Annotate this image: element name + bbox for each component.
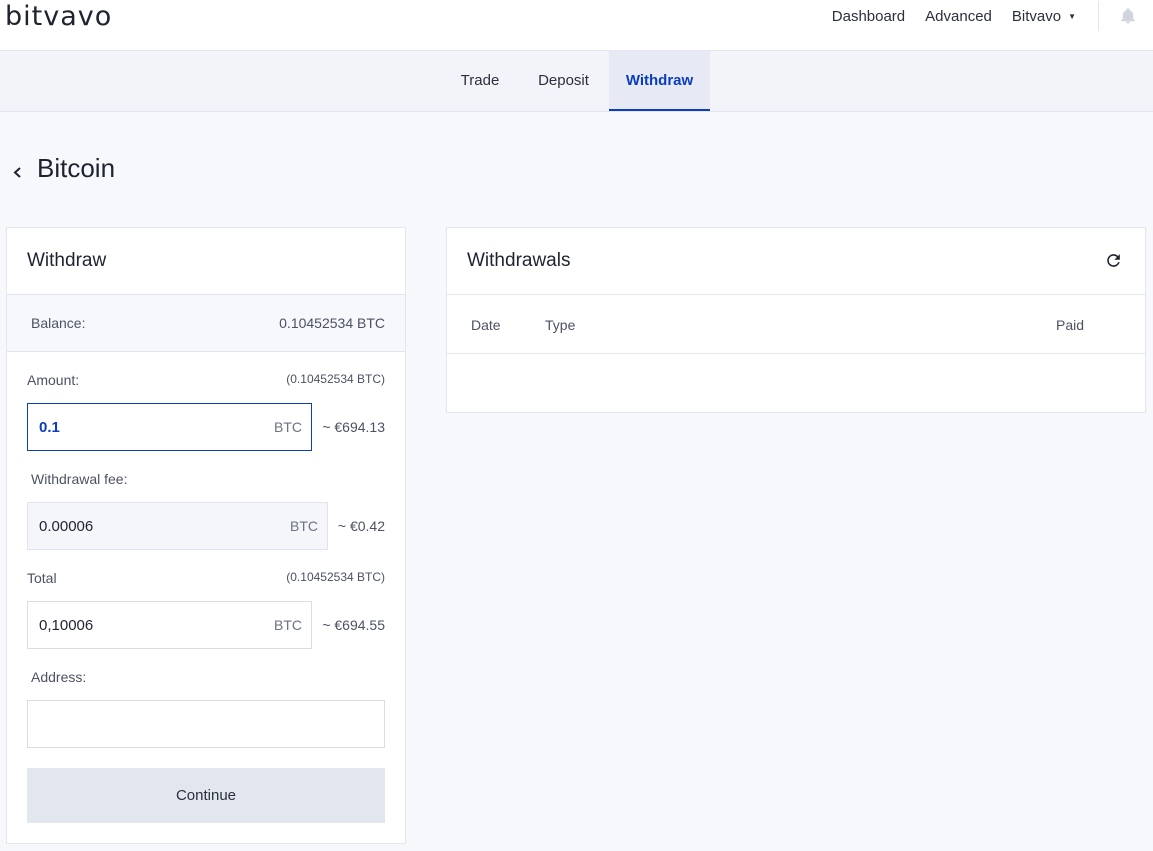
column-header-date[interactable]: Date (471, 317, 501, 333)
top-navigation: Dashboard Advanced Bitvavo ▼ (832, 0, 1153, 32)
amount-input-value: 0.1 (39, 419, 60, 436)
total-unit: BTC (274, 617, 302, 633)
nav-advanced-link[interactable]: Advanced (925, 8, 992, 25)
caret-down-icon: ▼ (1068, 11, 1076, 21)
withdraw-card-title: Withdraw (27, 250, 107, 271)
table-header-divider (447, 353, 1145, 354)
account-menu-label: Bitvavo (1011, 7, 1062, 25)
amount-input[interactable]: 0.1 BTC (27, 403, 312, 451)
total-input[interactable]: 0,10006 BTC (27, 601, 312, 649)
balance-value: 0.10452534 BTC (279, 315, 385, 331)
sub-navigation: Trade Deposit Withdraw (0, 51, 1153, 112)
fee-field: 0.00006 BTC (27, 502, 328, 550)
refresh-icon[interactable] (1104, 251, 1123, 270)
amount-unit: BTC (274, 419, 302, 435)
bell-icon[interactable] (1119, 7, 1137, 25)
nav-divider (1098, 1, 1099, 31)
amount-label: Amount: (27, 372, 80, 388)
card-divider (447, 294, 1145, 295)
withdrawals-card-title: Withdrawals (467, 250, 571, 271)
page-title: Bitcoin (37, 153, 116, 183)
account-menu[interactable]: Bitvavo ▼ (1012, 8, 1076, 25)
nav-dashboard-link[interactable]: Dashboard (832, 8, 905, 25)
tab-trade[interactable]: Trade (442, 51, 518, 111)
amount-max-hint[interactable]: (0.10452534 BTC) (286, 372, 385, 386)
total-eur-estimate: ~ €694.55 (322, 617, 385, 633)
tab-withdraw[interactable]: Withdraw (609, 51, 710, 111)
continue-button[interactable]: Continue (27, 768, 385, 823)
balance-row: Balance: 0.10452534 BTC (7, 295, 405, 352)
chevron-left-icon[interactable] (12, 163, 24, 181)
total-max-hint[interactable]: (0.10452534 BTC) (286, 570, 385, 584)
fee-value: 0.00006 (39, 518, 94, 535)
top-header: bitvavo Dashboard Advanced Bitvavo ▼ (0, 0, 1153, 51)
balance-label: Balance: (31, 315, 86, 331)
amount-eur-estimate: ~ €694.13 (322, 419, 385, 435)
address-input[interactable] (27, 700, 385, 748)
column-header-paid[interactable]: Paid (1056, 317, 1084, 333)
withdrawals-card: Withdrawals Date Type Paid (446, 227, 1146, 413)
bitvavo-logo[interactable]: bitvavo (5, 1, 112, 32)
fee-unit: BTC (290, 518, 318, 534)
address-label: Address: (31, 669, 87, 685)
total-input-value: 0,10006 (39, 617, 94, 634)
tab-deposit[interactable]: Deposit (518, 51, 609, 111)
column-header-type[interactable]: Type (545, 317, 575, 333)
fee-label: Withdrawal fee: (31, 471, 128, 487)
total-label: Total (27, 570, 57, 586)
fee-eur-estimate: ~ €0.42 (337, 518, 385, 534)
withdraw-card: Withdraw Balance: 0.10452534 BTC Amount:… (6, 227, 406, 844)
